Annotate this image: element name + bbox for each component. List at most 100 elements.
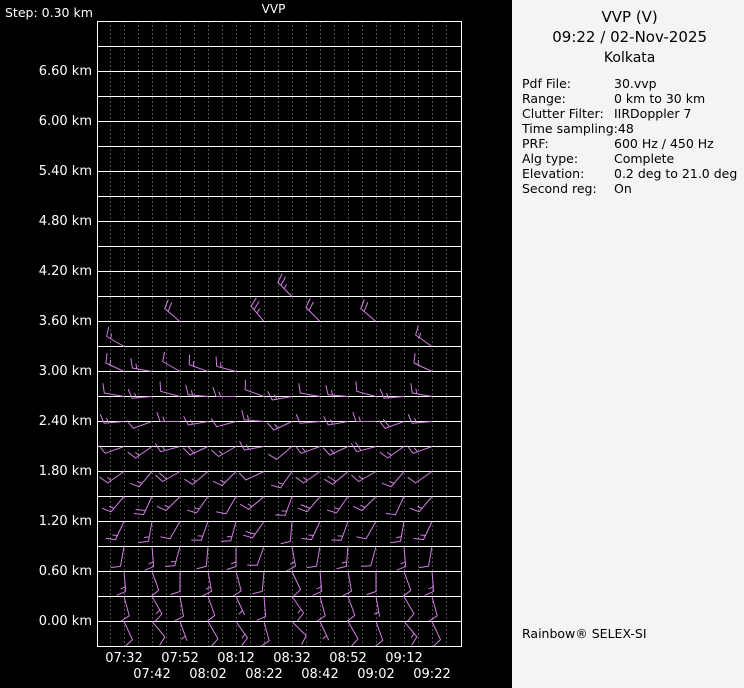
brand-label: Rainbow® SELEX-SI [522, 626, 647, 641]
wind-barb [319, 621, 329, 641]
y-axis-label: 1.80 km [39, 464, 92, 479]
x-axis-label: 09:22 [413, 667, 450, 682]
vvp-window: VVP Step: 0.30 km 6.60 km 6.00 km 5.40 km 4.8… [0, 0, 744, 688]
wind-barb [260, 621, 270, 647]
x-axis-label: 07:42 [133, 667, 170, 682]
wind-barb [182, 445, 209, 456]
wind-barb [270, 471, 293, 489]
wind-barb [191, 521, 209, 541]
wind-barb [138, 521, 153, 544]
wind-barb [160, 521, 181, 540]
parameter-row: Time sampling: 48 [522, 121, 737, 136]
x-axis-label: 07:32 [105, 651, 142, 666]
x-axis-label: 09:02 [357, 667, 394, 682]
wind-barb [162, 351, 181, 372]
wind-barb [378, 418, 405, 429]
parameter-list: Pdf File: 30.vvp Range: 0 km to 30 km Clutte… [522, 76, 737, 196]
wind-barb [415, 325, 433, 347]
wind-barb [106, 326, 125, 347]
wind-barb [239, 441, 265, 451]
parameter-row: Alg type: Complete [522, 151, 737, 166]
wind-barb [240, 496, 265, 510]
wind-barb [151, 621, 166, 646]
parameter-row: Clutter Filter: IIRDoppler 7 [522, 106, 737, 121]
panel-station: Kolkata [603, 50, 656, 66]
wind-barb [410, 383, 433, 397]
wind-barb [156, 496, 181, 512]
wind-barb [105, 353, 125, 372]
wind-barb [238, 471, 265, 481]
wind-barb [126, 420, 153, 429]
wind-barb [102, 383, 125, 397]
wind-barb [183, 416, 209, 426]
wind-barb [244, 379, 265, 397]
parameter-row: PRF: 600 Hz / 450 Hz [522, 136, 737, 151]
wind-barb [418, 546, 433, 569]
wind-barb [346, 596, 356, 622]
wind-barb [331, 521, 349, 541]
parameter-value: 30.vvp [614, 76, 657, 91]
wind-barb [110, 546, 125, 569]
wind-barb [291, 621, 307, 645]
wind-barb [207, 621, 219, 647]
y-axis-label: 0.00 km [39, 614, 92, 629]
y-axis-label: 3.60 km [39, 314, 92, 329]
wind-barb [155, 443, 181, 453]
wind-barb [241, 410, 265, 422]
wind-barb [406, 445, 433, 454]
wind-barb [381, 471, 405, 488]
parameter-label: Alg type: [522, 151, 579, 166]
y-axis-label: 3.00 km [39, 364, 92, 379]
wind-barb [409, 496, 433, 513]
wind-barb [325, 385, 349, 397]
parameter-label: Range: [522, 91, 566, 106]
wind-barb [235, 621, 248, 646]
wind-barb [424, 571, 435, 596]
wind-barb [185, 385, 209, 397]
wind-barb [351, 442, 377, 453]
wind-barb [184, 471, 209, 485]
wind-barb [428, 596, 438, 622]
x-axis-label: 08:02 [189, 667, 226, 682]
wind-barb [98, 445, 125, 454]
parameter-label: Elevation: [522, 166, 585, 181]
wind-barb [413, 521, 433, 541]
wind-barbs [98, 273, 441, 647]
wind-barb [155, 471, 181, 482]
wind-barb [252, 571, 265, 595]
wind-barb [216, 496, 237, 515]
wind-barb [212, 387, 237, 397]
wind-barb [295, 471, 321, 484]
wind-barb [129, 471, 153, 488]
parameter-value: 600 Hz / 450 Hz [614, 136, 714, 151]
wind-barb [186, 496, 209, 514]
wind-barb [174, 596, 184, 622]
wind-barb [298, 383, 321, 397]
wind-barb [431, 621, 441, 647]
info-panel: VVP (V) 09:22 / 02-Nov-2025 Kolkata Pdf … [512, 0, 744, 688]
wind-barb [366, 571, 377, 595]
y-axis-label: 4.80 km [39, 214, 92, 229]
wind-barb [294, 445, 321, 454]
wind-barb [352, 496, 377, 512]
x-axis-label: 08:32 [273, 651, 310, 666]
wind-barb [390, 521, 405, 544]
wind-barb [360, 546, 377, 567]
y-axis-label: 5.40 km [39, 164, 92, 179]
grid-vertical-dotted [110, 21, 447, 647]
wind-barb [403, 621, 418, 646]
parameter-label: PRF: [522, 136, 549, 151]
wind-profile-chart: VVP Step: 0.30 km 6.60 km 6.00 km 5.40 km 4.8… [0, 0, 512, 688]
wind-barb [130, 358, 153, 372]
parameter-value: 0 km to 30 km [614, 91, 706, 106]
wind-barb [123, 621, 133, 647]
wind-barb [324, 471, 349, 485]
wind-barb [356, 521, 377, 540]
y-axis-label: 4.20 km [39, 264, 92, 279]
wind-barb [322, 446, 349, 456]
wind-barb [226, 546, 237, 570]
wind-barb [305, 298, 321, 322]
wind-barb [212, 471, 237, 487]
wind-barb [291, 596, 304, 621]
wind-barb [242, 521, 265, 539]
